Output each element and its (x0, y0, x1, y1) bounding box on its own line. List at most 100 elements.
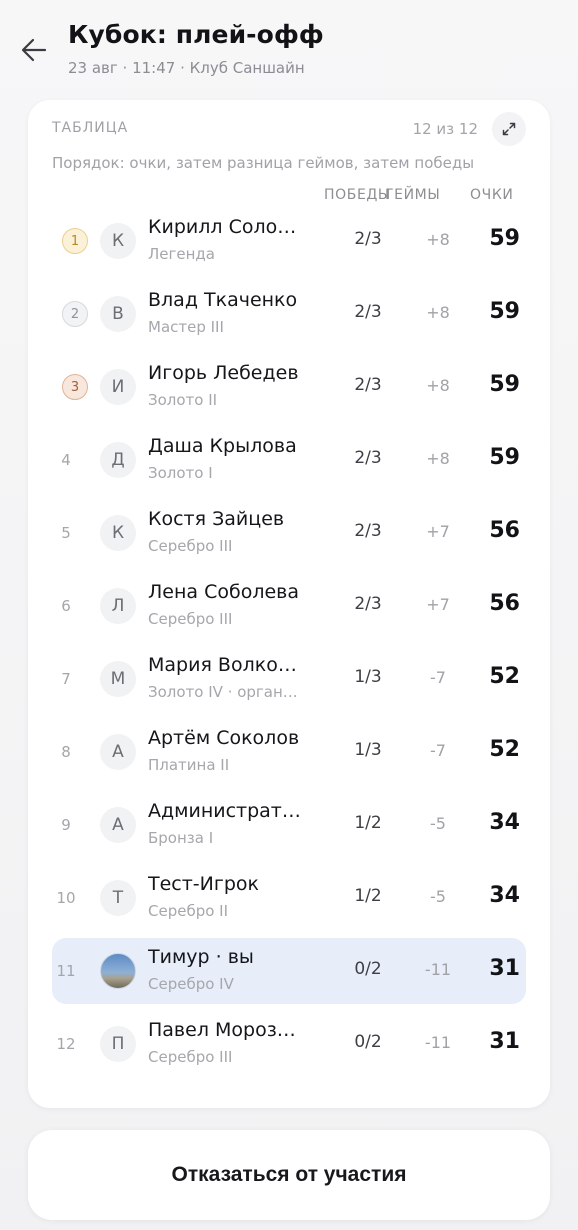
games-diff-value: +8 (426, 449, 450, 468)
player-league: Платина II (148, 756, 230, 774)
withdraw-button[interactable]: Отказаться от участия (28, 1130, 550, 1220)
table-row[interactable]: 5 К Костя Зайцев Серебро III 2/3 +7 56 (52, 500, 526, 566)
wins-value: 0/2 (354, 1032, 382, 1052)
avatar: М (100, 661, 136, 697)
avatar: К (100, 223, 136, 259)
page-subtitle: 23 авг · 11:47 · Клуб Саншайн (68, 59, 305, 77)
expand-button[interactable] (492, 112, 526, 146)
games-diff-value: -7 (430, 741, 446, 760)
player-name: Кирилл Соло… (148, 216, 297, 238)
standings-card: ТАБЛИЦА 12 из 12 Порядок: очки, затем ра… (28, 100, 550, 1108)
order-note: Порядок: очки, затем разница геймов, зат… (52, 154, 475, 172)
player-name: Тимур · вы (148, 946, 254, 968)
rank-number: 11 (56, 962, 76, 980)
games-diff-value: +8 (426, 230, 450, 249)
table-row[interactable]: 1 К Кирилл Соло… Легенда 2/3 +8 59 (52, 208, 526, 274)
player-league: Серебро III (148, 610, 233, 628)
wins-value: 2/3 (354, 302, 382, 322)
gold-medal-icon: 1 (62, 228, 88, 254)
avatar: Д (100, 442, 136, 478)
rank-number: 4 (61, 451, 71, 469)
games-diff-value: -11 (424, 960, 452, 979)
points-value: 59 (489, 226, 520, 251)
rank-number: 12 (56, 1035, 76, 1053)
wins-value: 2/3 (354, 448, 382, 468)
wins-value: 0/2 (354, 959, 382, 979)
player-league: Серебро II (148, 902, 229, 920)
table-row[interactable]: 3 И Игорь Лебедев Золото II 2/3 +8 59 (52, 354, 526, 420)
avatar (100, 953, 136, 989)
table-row[interactable]: 7 М Мария Волко… Золото IV · орган… 1/3 -7 52 (52, 646, 526, 712)
player-name: Даша Крылова (148, 435, 297, 457)
column-header-wins: ПОБЕДЫ (324, 187, 391, 203)
games-diff-value: +7 (426, 522, 450, 541)
points-value: 31 (489, 956, 520, 981)
wins-value: 2/3 (354, 229, 382, 249)
avatar: А (100, 807, 136, 843)
games-diff-value: +8 (426, 376, 450, 395)
player-name: Павел Мороз… (148, 1019, 296, 1041)
wins-value: 2/3 (354, 375, 382, 395)
table-row[interactable]: 4 Д Даша Крылова Золото I 2/3 +8 59 (52, 427, 526, 493)
player-league: Золото I (148, 464, 213, 482)
rank-number: 5 (61, 524, 71, 542)
table-row[interactable]: 9 А Администрат… Бронза I 1/2 -5 34 (52, 792, 526, 858)
player-league: Мастер III (148, 318, 224, 336)
wins-value: 2/3 (354, 521, 382, 541)
points-value: 52 (489, 664, 520, 689)
table-row[interactable]: 6 Л Лена Соболева Серебро III 2/3 +7 56 (52, 573, 526, 639)
avatar: В (100, 296, 136, 332)
player-name: Мария Волко… (148, 654, 297, 676)
player-name: Игорь Лебедев (148, 362, 299, 384)
player-league: Легенда (148, 245, 215, 263)
player-league: Серебро IV (148, 975, 234, 993)
avatar: А (100, 734, 136, 770)
player-name: Администрат… (148, 800, 301, 822)
section-label: ТАБЛИЦА (52, 120, 129, 136)
column-header-games: ГЕЙМЫ (385, 187, 441, 203)
player-name: Лена Соболева (148, 581, 299, 603)
points-value: 59 (489, 372, 520, 397)
points-value: 34 (489, 810, 520, 835)
avatar: Т (100, 880, 136, 916)
points-value: 59 (489, 445, 520, 470)
table-row[interactable]: 8 А Артём Соколов Платина II 1/3 -7 52 (52, 719, 526, 785)
table-row[interactable]: 2 В Влад Ткаченко Мастер III 2/3 +8 59 (52, 281, 526, 347)
player-name: Артём Соколов (148, 727, 300, 749)
silver-medal-icon: 2 (62, 301, 88, 327)
back-button[interactable] (18, 34, 50, 66)
players-count: 12 из 12 (412, 120, 478, 138)
player-name: Костя Зайцев (148, 508, 285, 530)
rank-number: 9 (61, 816, 71, 834)
player-league: Золото IV · орган… (148, 683, 298, 701)
wins-value: 1/3 (354, 740, 382, 760)
player-league: Золото II (148, 391, 218, 409)
games-diff-value: +7 (426, 595, 450, 614)
points-value: 34 (489, 883, 520, 908)
avatar: И (100, 369, 136, 405)
wins-value: 1/2 (354, 886, 382, 906)
points-value: 52 (489, 737, 520, 762)
column-header-points: ОЧКИ (470, 187, 514, 203)
wins-value: 1/2 (354, 813, 382, 833)
wins-value: 1/3 (354, 667, 382, 687)
player-name: Тест-Игрок (148, 873, 260, 895)
table-row[interactable]: 10 Т Тест-Игрок Серебро II 1/2 -5 34 (52, 865, 526, 931)
bronze-medal-icon: 3 (62, 374, 88, 400)
header: Кубок: плей-офф 23 авг · 11:47 · Клуб Са… (0, 0, 578, 100)
avatar: К (100, 515, 136, 551)
wins-value: 2/3 (354, 594, 382, 614)
table-row[interactable]: 12 П Павел Мороз… Серебро III 0/2 -11 31 (52, 1011, 526, 1077)
games-diff-value: +8 (426, 303, 450, 322)
points-value: 56 (489, 591, 520, 616)
table-row-current-user[interactable]: 11 Тимур · вы Серебро IV 0/2 -11 31 (52, 938, 526, 1004)
points-value: 56 (489, 518, 520, 543)
avatar: П (100, 1026, 136, 1062)
avatar: Л (100, 588, 136, 624)
points-value: 31 (489, 1029, 520, 1054)
page-title: Кубок: плей-офф (68, 20, 324, 49)
points-value: 59 (489, 299, 520, 324)
player-league: Серебро III (148, 537, 233, 555)
games-diff-value: -5 (430, 814, 446, 833)
rank-number: 7 (61, 670, 71, 688)
